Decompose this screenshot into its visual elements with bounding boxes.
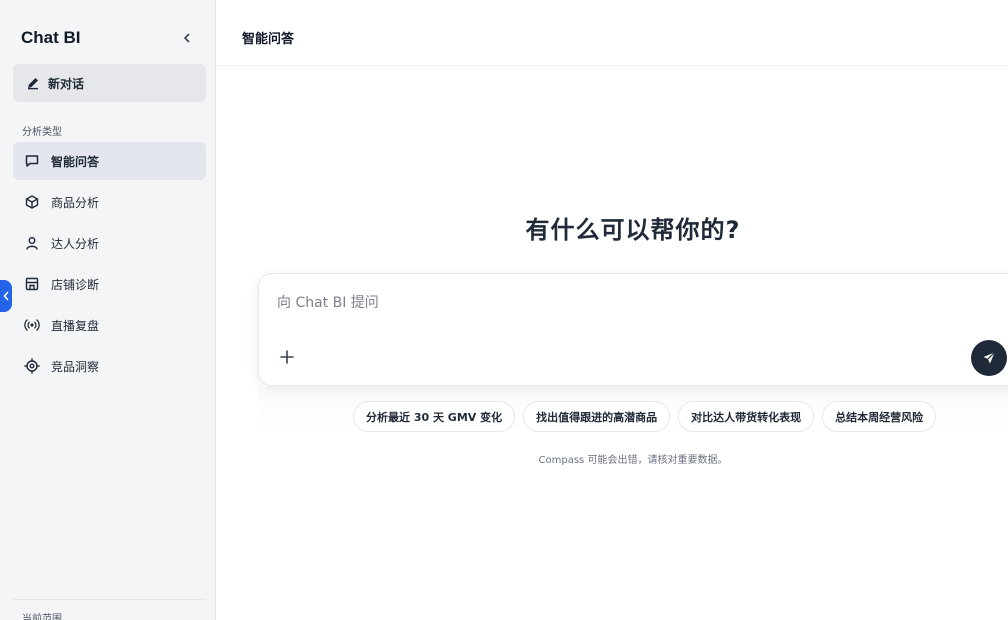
sidebar-item-label: 直播复盘 bbox=[51, 318, 100, 333]
sidebar-item-label: 竞品洞察 bbox=[51, 359, 100, 374]
broadcast-icon bbox=[24, 317, 40, 333]
sidebar-item-label: 智能问答 bbox=[51, 154, 100, 169]
chevron-left-icon bbox=[3, 291, 9, 301]
sidebar: Chat BI 新对话 分析类型 智能问答 商品分析 达人分析 店铺诊断 直播复… bbox=[0, 0, 216, 620]
sidebar-header: Chat BI bbox=[21, 26, 197, 50]
sidebar-item-label: 店铺诊断 bbox=[51, 277, 100, 292]
add-attachment-button[interactable] bbox=[277, 347, 297, 367]
chat-composer bbox=[258, 273, 1008, 386]
chat-input[interactable] bbox=[277, 292, 877, 314]
sidebar-item-product-analysis[interactable]: 商品分析 bbox=[13, 183, 206, 221]
suggestion-chip[interactable]: 总结本周经营风险 bbox=[822, 401, 937, 432]
sidebar-item-smart-qa[interactable]: 智能问答 bbox=[13, 142, 206, 180]
sidebar-item-live-review[interactable]: 直播复盘 bbox=[13, 306, 206, 344]
suggestion-chip[interactable]: 找出值得跟进的高潜商品 bbox=[523, 401, 671, 432]
sidebar-item-competitor-insight[interactable]: 竞品洞察 bbox=[13, 347, 206, 385]
target-icon bbox=[24, 358, 40, 374]
new-chat-label: 新对话 bbox=[48, 76, 85, 91]
chat-bubble-icon bbox=[24, 153, 40, 169]
new-chat-button[interactable]: 新对话 bbox=[13, 64, 206, 102]
sidebar-item-store-diagnosis[interactable]: 店铺诊断 bbox=[13, 265, 206, 303]
current-scope-label: 当前范围 bbox=[22, 614, 62, 620]
section-label-analysis-type: 分析类型 bbox=[22, 127, 62, 138]
suggestion-chips: 分析最近 30 天 GMV 变化 找出值得跟进的高潜商品 对比达人带货转化表现 … bbox=[353, 401, 937, 432]
page-title: 智能问答 bbox=[242, 32, 295, 47]
cube-icon bbox=[24, 194, 40, 210]
collapse-sidebar-button[interactable] bbox=[177, 28, 197, 48]
hero-title: 有什么可以帮你的? bbox=[525, 216, 741, 244]
suggestion-chip[interactable]: 分析最近 30 天 GMV 变化 bbox=[353, 401, 516, 432]
sidebar-divider bbox=[13, 599, 206, 600]
store-icon bbox=[24, 276, 40, 292]
pencil-icon bbox=[28, 78, 38, 90]
sidebar-item-creator-analysis[interactable]: 达人分析 bbox=[13, 224, 206, 262]
send-button[interactable] bbox=[971, 340, 1007, 376]
suggestion-chip[interactable]: 对比达人带货转化表现 bbox=[678, 401, 815, 432]
user-icon bbox=[24, 235, 40, 251]
sidebar-item-label: 达人分析 bbox=[51, 236, 100, 251]
sidebar-item-label: 商品分析 bbox=[51, 195, 100, 210]
plus-icon bbox=[280, 350, 294, 364]
chevron-left-icon bbox=[184, 33, 190, 43]
disclaimer-text: Compass 可能会出错，请核对重要数据。 bbox=[538, 455, 728, 466]
send-arrow-icon bbox=[983, 352, 995, 364]
expand-panel-handle[interactable] bbox=[0, 280, 12, 312]
top-bar: 智能问答 bbox=[216, 0, 1008, 66]
app-title: Chat BI bbox=[21, 28, 81, 47]
